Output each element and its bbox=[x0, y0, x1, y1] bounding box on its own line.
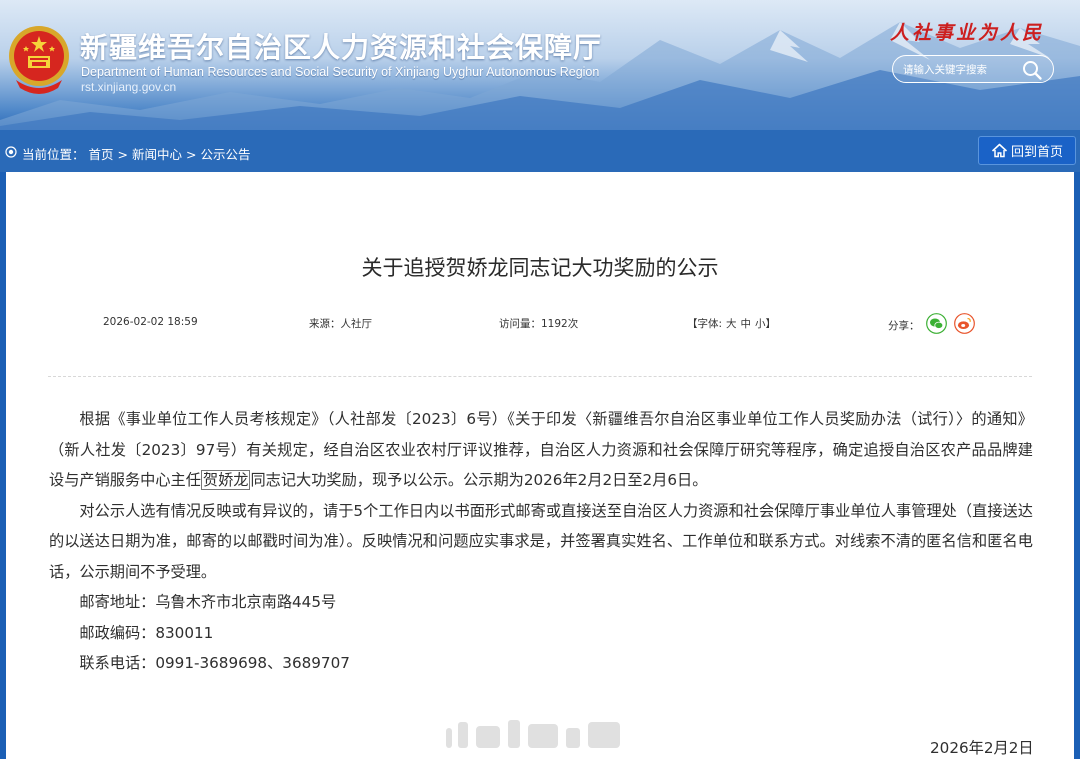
article-title: 关于追授贺娇龙同志记大功奖励的公示 bbox=[361, 256, 719, 280]
paragraph-basis-text-end: 同志记大功奖励，现予以公示。公示期为2026年2月2日至2月6日。 bbox=[250, 471, 708, 489]
publish-date: 2026-02-02 18:59 bbox=[103, 316, 198, 328]
site-header: 新疆维吾尔自治区人力资源和社会保障厅 Department of Human R… bbox=[0, 0, 1080, 130]
share-label: 分享： bbox=[888, 320, 920, 332]
highlighted-name: 贺娇龙 bbox=[200, 470, 251, 490]
breadcrumb: 当前位置： 首页 > 新闻中心 > 公示公告 bbox=[22, 144, 251, 163]
meta-divider bbox=[48, 376, 1032, 377]
article-source: 来源：人社厅 bbox=[309, 318, 372, 330]
search-box bbox=[892, 55, 1054, 83]
breadcrumb-prefix: 当前位置： bbox=[22, 147, 85, 162]
slogan: 人社事业为人民 bbox=[890, 22, 1045, 44]
view-count: 访问量：1192次 bbox=[499, 318, 579, 330]
breadcrumb-separator: > bbox=[186, 147, 197, 162]
location-dot-icon bbox=[5, 146, 17, 158]
article-body: 根据《事业单位工作人员考核规定》（人社部发〔2023〕6号）《关于印发〈新疆维吾… bbox=[49, 404, 1033, 679]
signature-date: 2026年2月2日 bbox=[930, 739, 1034, 757]
font-size-label: 【字体: bbox=[687, 318, 723, 330]
site-title: 新疆维吾尔自治区人力资源和社会保障厅 bbox=[80, 31, 603, 64]
search-icon[interactable] bbox=[1021, 59, 1043, 81]
postal-code: 邮政编码：830011 bbox=[79, 623, 214, 642]
back-to-home-button[interactable]: 回到首页 bbox=[978, 136, 1076, 165]
home-icon bbox=[991, 143, 1008, 158]
breadcrumb-news-center[interactable]: 新闻中心 bbox=[132, 147, 182, 162]
font-size-large[interactable]: 大 bbox=[726, 318, 737, 330]
mailing-address: 邮寄地址：乌鲁木齐市北京南路445号 bbox=[79, 593, 337, 611]
back-to-home-label: 回到首页 bbox=[1010, 145, 1063, 160]
weibo-icon[interactable] bbox=[954, 313, 975, 334]
font-size-medium[interactable]: 中 bbox=[741, 318, 752, 330]
search-input[interactable] bbox=[903, 60, 1015, 80]
blurred-watermark bbox=[446, 720, 620, 748]
national-emblem-icon bbox=[9, 26, 69, 94]
breadcrumb-home[interactable]: 首页 bbox=[89, 147, 114, 162]
breadcrumb-separator: > bbox=[117, 147, 128, 162]
font-size-close: 】 bbox=[765, 318, 777, 330]
font-size-selector: 【字体: 大中小】 bbox=[687, 316, 776, 331]
site-url: rst.xinjiang.gov.cn bbox=[81, 80, 177, 94]
font-size-small[interactable]: 小 bbox=[755, 318, 766, 330]
paragraph-basis: 根据《事业单位工作人员考核规定》（人社部发〔2023〕6号）《关于印发〈新疆维吾… bbox=[49, 404, 1033, 496]
paragraph-objection: 对公示人选有情况反映或有异议的，请于5个工作日内以书面形式邮寄或直接送至自治区人… bbox=[49, 501, 1033, 581]
contact-phone: 联系电话：0991-3689698、3689707 bbox=[79, 654, 350, 672]
site-title-english: Department of Human Resources and Social… bbox=[81, 65, 600, 79]
wechat-icon[interactable] bbox=[926, 313, 947, 334]
breadcrumb-announcements[interactable]: 公示公告 bbox=[201, 147, 251, 162]
